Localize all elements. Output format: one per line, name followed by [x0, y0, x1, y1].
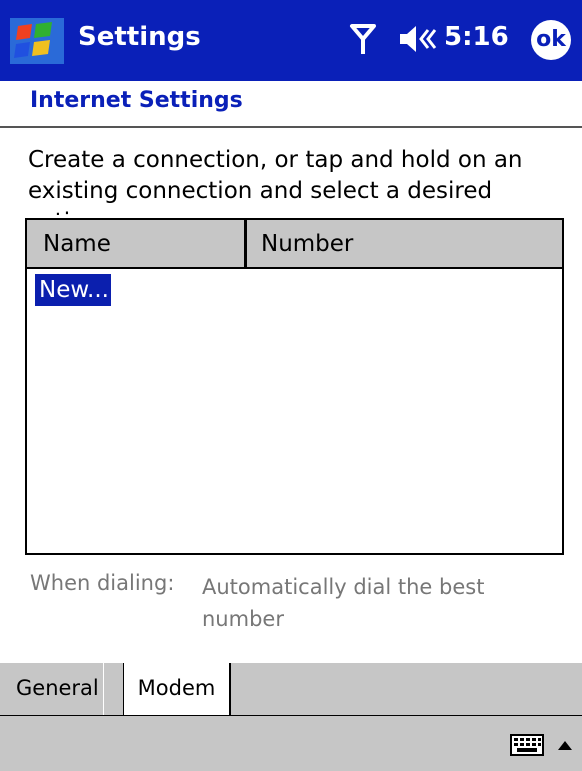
- header-divider-line: [27, 267, 562, 269]
- page-title: Internet Settings: [30, 88, 243, 113]
- tab-general[interactable]: General: [12, 663, 104, 715]
- clock-text[interactable]: 5:16: [444, 22, 509, 52]
- title-bar: Settings 5:16 ok: [0, 0, 582, 81]
- command-bar: [0, 716, 582, 771]
- list-item-new-connection[interactable]: New...: [35, 274, 111, 306]
- column-header-number[interactable]: Number: [247, 220, 562, 269]
- dialing-label: When dialing:: [30, 571, 175, 595]
- connections-list[interactable]: Name Number New...: [25, 218, 564, 555]
- instruction-text: Create a connection, or tap and hold on …: [28, 147, 523, 215]
- keyboard-icon[interactable]: [510, 734, 544, 756]
- tab-bar: General Modem: [0, 663, 582, 715]
- antenna-icon[interactable]: [348, 22, 378, 56]
- up-arrow-icon[interactable]: [556, 736, 574, 750]
- ok-icon: ok: [536, 27, 566, 52]
- speaker-icon[interactable]: [398, 22, 438, 56]
- list-header: Name Number: [27, 220, 562, 269]
- tab-modem[interactable]: Modem: [123, 663, 231, 715]
- ok-button[interactable]: ok: [531, 20, 571, 60]
- dialing-value: Automatically dial the best number: [202, 575, 485, 631]
- app-title: Settings: [78, 22, 201, 52]
- column-header-name[interactable]: Name: [27, 220, 247, 269]
- windows-start-icon[interactable]: [10, 18, 64, 64]
- header-divider: [0, 126, 582, 128]
